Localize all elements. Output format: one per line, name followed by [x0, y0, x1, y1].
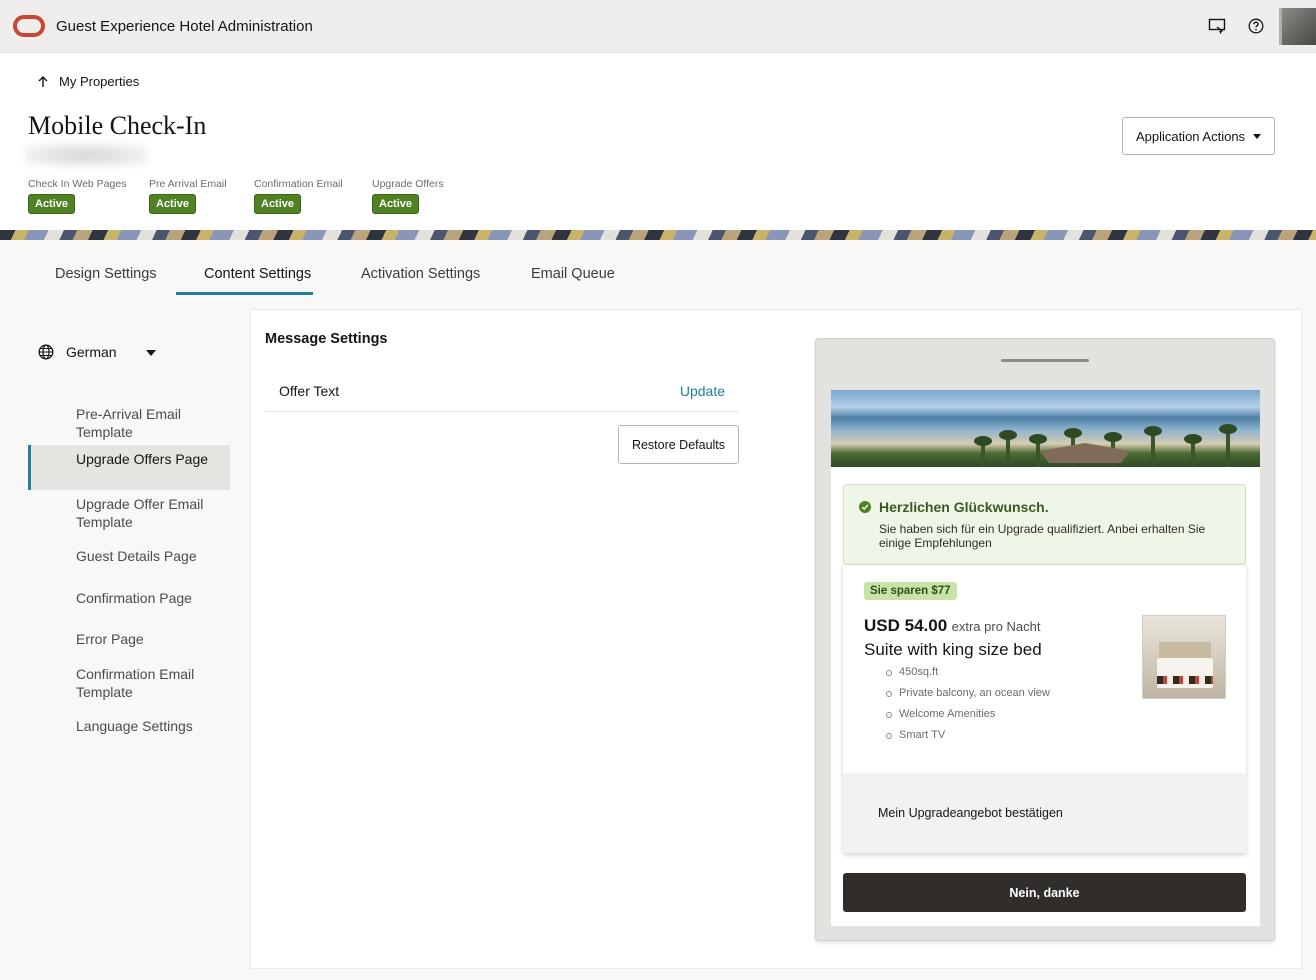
caret-down-icon [1253, 133, 1262, 139]
status-confirmation-email: Confirmation Email Active [254, 178, 343, 214]
decorative-banner [0, 230, 1316, 240]
status-label: Confirmation Email [254, 178, 343, 190]
room-name: Suite with king size bed [864, 640, 1042, 659]
room-image [1142, 615, 1226, 699]
offer-price: USD 54.00 [864, 616, 948, 635]
tab-activation-settings[interactable]: Activation Settings [361, 266, 480, 282]
blurred-property-name [24, 143, 148, 167]
savings-badge: Sie sparen $77 [864, 582, 957, 600]
oracle-logo-icon [13, 15, 45, 37]
status-pre-arrival-email: Pre Arrival Email Active [149, 178, 227, 214]
tab-email-queue[interactable]: Email Queue [531, 266, 615, 282]
status-label: Pre Arrival Email [149, 178, 227, 190]
sidebar-item-confirmation-email-template[interactable]: Confirmation Email Template [28, 666, 230, 701]
list-item: 450sq.ft [886, 664, 1050, 685]
screen-cast-icon[interactable] [1206, 15, 1228, 37]
sidebar-item-language-settings[interactable]: Language Settings [28, 718, 230, 736]
application-actions-button[interactable]: Application Actions [1122, 117, 1275, 155]
status-upgrade-offers: Upgrade Offers Active [372, 178, 444, 214]
preview-handle [1001, 359, 1089, 362]
sidebar-item-upgrade-offers-page[interactable]: Upgrade Offers Page [28, 445, 230, 490]
status-check-in-web-pages: Check In Web Pages Active [28, 178, 126, 214]
room-features: 450sq.ft Private balcony, an ocean view … [886, 664, 1050, 748]
update-link[interactable]: Update [680, 383, 725, 399]
list-item: Welcome Amenities [886, 706, 1050, 727]
active-tab-indicator [176, 292, 313, 295]
sidebar-item-error-page[interactable]: Error Page [28, 631, 230, 649]
offer-price-suffix: extra pro Nacht [951, 619, 1041, 634]
list-item: Private balcony, an ocean view [886, 685, 1050, 706]
offer-text-row: Offer Text Update [265, 370, 739, 412]
app-title: Guest Experience Hotel Administration [56, 18, 313, 35]
application-actions-label: Application Actions [1135, 128, 1246, 144]
arrow-up-icon [38, 75, 48, 87]
sidebar-item-pre-arrival-email-template[interactable]: Pre-Arrival Email Template [28, 406, 230, 441]
sidebar-item-upgrade-offer-email-template[interactable]: Upgrade Offer Email Template [28, 496, 230, 531]
congratulations-text: Sie haben sich für ein Upgrade qualifizi… [879, 522, 1206, 550]
section-title: Message Settings [265, 331, 388, 347]
decline-button[interactable]: Nein, danke [843, 873, 1246, 912]
check-circle-icon [859, 501, 871, 513]
restore-defaults-button[interactable]: Restore Defaults [618, 425, 739, 464]
status-badge: Active [254, 194, 302, 214]
status-badge: Active [28, 194, 76, 214]
sidebar-item-confirmation-page[interactable]: Confirmation Page [28, 590, 230, 608]
page-title: Mobile Check-In [28, 111, 207, 140]
settings-tabs: Design Settings Content Settings Activat… [0, 240, 1316, 308]
tab-content-settings[interactable]: Content Settings [204, 266, 311, 282]
congratulations-title: Herzlichen Glückwunsch. [879, 499, 1049, 515]
status-label: Upgrade Offers [372, 178, 444, 190]
confirm-upgrade-button[interactable]: Mein Upgradeangebot bestätigen [878, 806, 1063, 820]
help-icon[interactable] [1245, 15, 1267, 37]
status-label: Check In Web Pages [28, 178, 127, 190]
back-to-properties-link[interactable]: My Properties [37, 74, 139, 89]
tab-design-settings[interactable]: Design Settings [55, 266, 157, 282]
price-line: USD 54.00 extra pro Nacht [864, 616, 1041, 636]
language-selector[interactable]: German [38, 344, 117, 360]
back-link-label: My Properties [59, 74, 140, 89]
status-badge: Active [149, 194, 197, 214]
list-item: Smart TV [886, 727, 1050, 748]
sidebar-item-guest-details-page[interactable]: Guest Details Page [28, 548, 230, 566]
status-badge: Active [372, 194, 420, 214]
page-header: My Properties Mobile Check-In Applicatio… [0, 53, 1316, 230]
language-caret-icon[interactable] [146, 350, 156, 356]
offer-text-label: Offer Text [279, 383, 340, 399]
language-label: German [66, 344, 117, 360]
globe-icon [38, 344, 54, 360]
user-avatar[interactable] [1279, 8, 1316, 45]
top-bar: Guest Experience Hotel Administration [0, 0, 1316, 53]
